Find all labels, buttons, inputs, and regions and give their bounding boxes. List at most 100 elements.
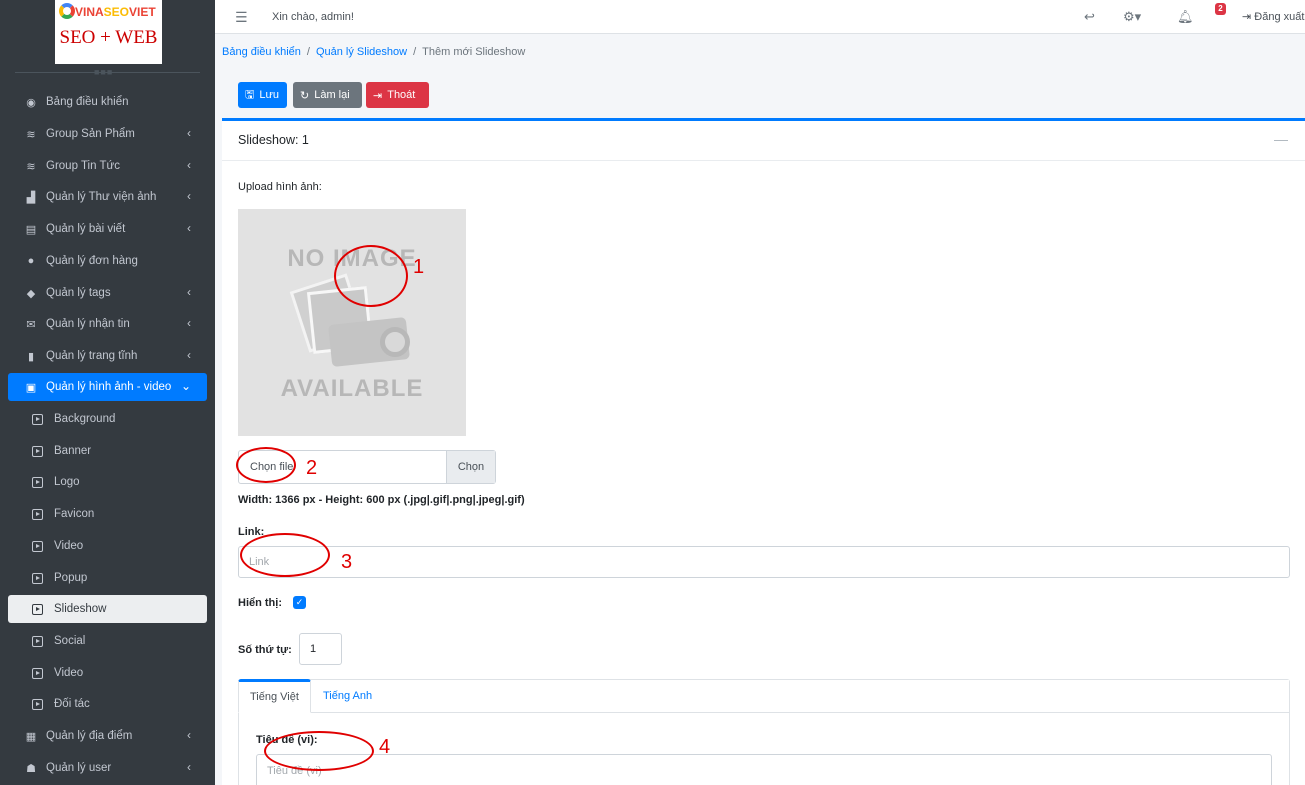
play-square-icon [32,476,43,488]
chevron-left-icon: ‹ [187,348,191,362]
noimage-bottom-text: AVAILABLE [280,375,424,402]
envelope-icon: ✉ [26,318,36,331]
camera-lens-icon [380,327,410,357]
grip-icon: ■■■ [94,67,114,77]
chevron-left-icon: ‹ [187,316,191,330]
play-square-icon [32,540,43,552]
google-g-icon [59,3,75,19]
play-square-icon [32,667,43,679]
chevron-left-icon: ‹ [187,728,191,742]
dashboard-icon: ◉ [26,96,36,109]
settings-dropdown-icon[interactable]: ⚙▾ [1123,9,1141,25]
annotation-circle [264,731,374,771]
play-square-icon [32,413,43,425]
sidebar-subitem-social[interactable]: Social [8,627,207,655]
annotation-number: 1 [413,256,425,278]
chevron-left-icon: ‹ [187,158,191,172]
breadcrumb-separator: / [413,46,417,58]
sidebar-subitem-partners[interactable]: Đối tác [8,690,207,718]
exit-button[interactable]: ⇥ Thoát [366,82,429,108]
play-square-icon [32,445,43,457]
sidebar-subitem-video-2[interactable]: Video [8,659,207,687]
shopping-bag-icon: ● [27,255,35,267]
chevron-left-icon: ‹ [187,126,191,140]
greeting-text: Xin chào, admin! [272,11,354,23]
sidebar-item-product-group[interactable]: ≋ Group Sản Phẩm ‹ [8,120,207,148]
sidebar-item-tags[interactable]: ◆ Quản lý tags ‹ [8,279,207,307]
annotation-circle [240,533,330,577]
sidebar-subitem-popup[interactable]: Popup [8,564,207,592]
image-preview[interactable]: NO IMAGE AVAILABLE [238,209,466,436]
breadcrumb-separator: / [306,46,310,58]
sidebar-subitem-banner[interactable]: Banner [8,437,207,465]
save-button[interactable]: 🖫︎ Lưu [238,82,287,108]
logout-link[interactable]: ⇥ Đăng xuất [1242,10,1304,23]
photo-video-icon: ▣ [25,381,37,394]
tags-icon: ◆ [26,287,36,300]
reset-button[interactable]: ↻ Làm lại [293,82,362,108]
sidebar-subitem-favicon[interactable]: Favicon [8,500,207,528]
breadcrumb: Bảng điều khiển / Quản lý Slideshow / Thêm m… [222,46,525,58]
building-icon: ▦ [25,730,37,743]
sidebar-subitem-background[interactable]: Background [8,405,207,433]
sidebar-item-locations[interactable]: ▦ Quản lý địa điểm ‹ [8,722,207,750]
sidebar-item-orders[interactable]: ● Quản lý đơn hàng [8,247,207,275]
bookmark-icon: ▮ [27,350,35,363]
play-square-icon [32,635,43,647]
layers-icon: ≋ [26,128,36,141]
title-vi-input[interactable] [256,754,1272,785]
save-icon: 🖫︎ [245,88,255,101]
collapse-icon[interactable]: — [1274,131,1288,147]
users-icon: ☗ [26,762,36,775]
breadcrumb-section[interactable]: Quản lý Slideshow [316,46,407,58]
chevron-left-icon: ‹ [187,189,191,203]
breadcrumb-home[interactable]: Bảng điều khiển [222,46,301,58]
tab-vietnamese[interactable]: Tiếng Việt [238,679,311,713]
sidebar-item-media[interactable]: ▣ Quản lý hình ảnh - video ⌄ [8,373,207,401]
sidebar-item-static-pages[interactable]: ▮ Quản lý trang tĩnh ‹ [8,342,207,370]
redo-icon: ↻ [300,89,310,102]
layers-icon: ≋ [26,160,36,173]
reply-icon[interactable]: ↩ [1084,9,1095,25]
visible-checkbox[interactable]: ✓ [293,596,306,609]
tab-bar [239,680,1289,713]
upload-label: Upload hình ảnh: [238,181,322,193]
sidebar-item-gallery[interactable]: ▟ Quản lý Thư viện ảnh ‹ [8,183,207,211]
sidebar-subitem-video[interactable]: Video [8,532,207,560]
sidebar-item-users[interactable]: ☗ Quản lý user ‹ [8,754,207,782]
sidebar-subitem-slideshow[interactable]: Slideshow [8,595,207,623]
chevron-down-icon: ⌄ [180,379,191,393]
sidebar-item-articles[interactable]: ▤ Quản lý bài viết ‹ [8,215,207,243]
card-title: Slideshow: 1 [238,133,309,147]
brand-logo[interactable]: VINASEOVIET SEO + WEB [55,0,162,64]
tab-english[interactable]: Tiếng Anh [312,679,383,713]
sidebar-subitem-logo[interactable]: Logo [8,468,207,496]
order-label: Số thứ tự: [238,644,292,656]
sidebar-item-news-group[interactable]: ≋ Group Tin Tức ‹ [8,152,207,180]
play-square-icon [32,572,43,584]
chevron-left-icon: ‹ [187,760,191,774]
sidebar-item-subscribers[interactable]: ✉ Quản lý nhận tin ‹ [8,310,207,338]
logout-icon: ⇥ [1242,11,1255,23]
image-size-hint: Width: 1366 px - Height: 600 px (.jpg|.g… [238,494,525,506]
card-header: Slideshow: 1 — [222,121,1305,161]
chevron-left-icon: ‹ [187,221,191,235]
sidebar-item-dashboard[interactable]: ◉ Bảng điều khiển [8,88,207,116]
order-input[interactable] [299,633,342,665]
browse-button[interactable]: Chọn [446,451,495,483]
play-square-icon [32,698,43,710]
brand-logo-bottom: SEO + WEB [59,27,158,48]
visible-label: Hiển thị: [238,597,282,609]
hamburger-menu-icon[interactable]: ☰ [235,9,248,26]
topbar: ☰ Xin chào, admin! ↩ ⚙▾ 🔔︎ 2 ⇥ Đăng xuất [215,0,1305,34]
annotation-number: 3 [341,551,353,573]
link-input[interactable] [238,546,1290,578]
gallery-icon: ▟ [26,191,36,204]
brand-logo-top: VINASEOVIET [59,3,156,19]
bell-icon[interactable]: 🔔︎ [1177,9,1194,25]
chevron-left-icon: ‹ [187,285,191,299]
sidebar: VINASEOVIET SEO + WEB ■■■ ◉ Bảng điều khi… [0,0,215,785]
annotation-number: 2 [306,457,318,479]
article-icon: ▤ [25,223,37,236]
annotation-number: 4 [379,736,391,758]
